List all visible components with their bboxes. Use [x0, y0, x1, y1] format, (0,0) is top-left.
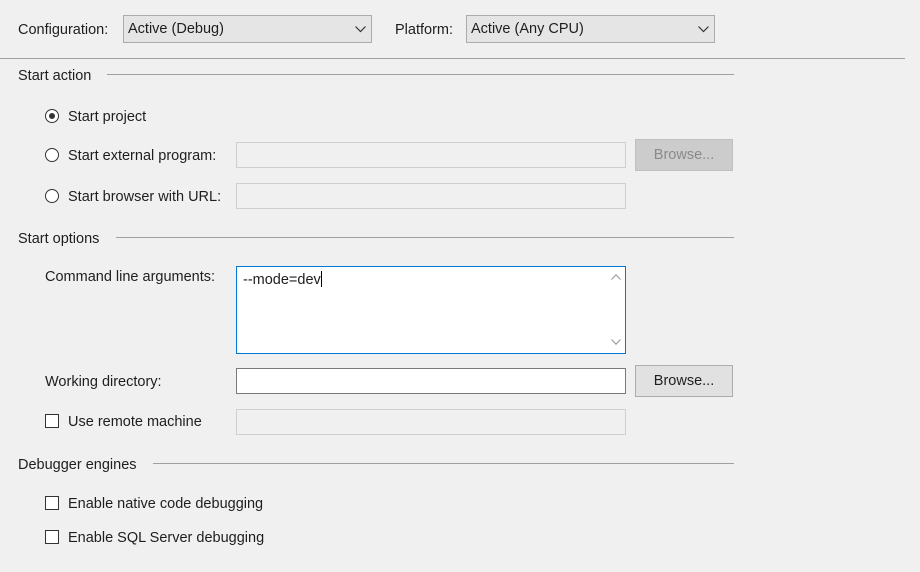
- remote-machine-field[interactable]: [236, 409, 626, 435]
- start-external-program-label[interactable]: Start external program:: [68, 147, 216, 165]
- start-project-radio[interactable]: [45, 109, 59, 123]
- cmd-args-textarea[interactable]: --mode=dev: [236, 266, 626, 354]
- native-debugging-label[interactable]: Enable native code debugging: [68, 495, 263, 513]
- debugger-engines-divider: [153, 463, 734, 464]
- platform-label: Platform:: [395, 22, 454, 38]
- cmd-args-label: Command line arguments:: [45, 269, 216, 285]
- working-dir-field[interactable]: [236, 368, 626, 394]
- scroll-up-arrow-icon[interactable]: [611, 272, 621, 282]
- start-external-program-radio[interactable]: [45, 148, 59, 162]
- text-caret: [320, 271, 322, 287]
- platform-dropdown[interactable]: Active (Any CPU): [466, 15, 715, 43]
- sql-debugging-checkbox[interactable]: [45, 530, 59, 544]
- working-dir-label: Working directory:: [45, 374, 162, 390]
- external-program-field[interactable]: [236, 142, 626, 168]
- browse-program-button[interactable]: Browse...: [635, 139, 733, 171]
- start-action-heading: Start action: [18, 68, 92, 84]
- browse-working-dir-button[interactable]: Browse...: [635, 365, 733, 397]
- native-debugging-checkbox[interactable]: [45, 496, 59, 510]
- platform-value: Active (Any CPU): [471, 21, 584, 37]
- start-browser-url-label[interactable]: Start browser with URL:: [68, 188, 221, 206]
- configuration-value: Active (Debug): [128, 21, 224, 37]
- configuration-dropdown[interactable]: Active (Debug): [123, 15, 372, 43]
- remote-machine-checkbox[interactable]: [45, 414, 59, 428]
- scroll-down-arrow-icon[interactable]: [611, 337, 621, 347]
- debugger-engines-heading: Debugger engines: [18, 457, 137, 473]
- start-project-label[interactable]: Start project: [68, 108, 146, 126]
- start-options-heading: Start options: [18, 231, 100, 247]
- browser-url-field[interactable]: [236, 183, 626, 209]
- chevron-down-icon: [692, 25, 714, 33]
- chevron-down-icon: [349, 25, 371, 33]
- top-divider: [0, 58, 905, 59]
- start-options-divider: [116, 237, 734, 238]
- sql-debugging-label[interactable]: Enable SQL Server debugging: [68, 529, 264, 547]
- remote-machine-label[interactable]: Use remote machine: [68, 413, 202, 431]
- cmd-args-value: --mode=dev: [243, 272, 321, 288]
- configuration-label: Configuration:: [18, 22, 109, 38]
- start-action-divider: [107, 74, 734, 75]
- start-browser-url-radio[interactable]: [45, 189, 59, 203]
